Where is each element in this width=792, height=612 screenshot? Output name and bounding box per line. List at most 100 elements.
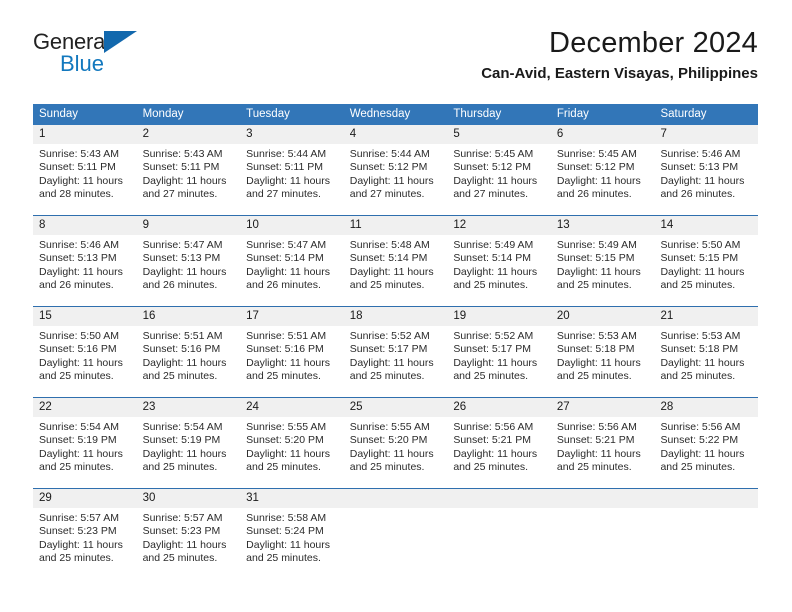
weekday-header-row: Sunday Monday Tuesday Wednesday Thursday… <box>33 104 758 125</box>
day-cell[interactable]: 25 Sunrise: 5:55 AM Sunset: 5:20 PM Dayl… <box>343 398 448 488</box>
daylight-text-line1: Daylight: 11 hours <box>453 356 538 369</box>
sunset-text: Sunset: 5:13 PM <box>39 252 117 265</box>
day-number: 28 <box>654 398 759 417</box>
day-number: 14 <box>654 216 759 235</box>
day-cell[interactable]: 4 Sunrise: 5:44 AM Sunset: 5:12 PM Dayli… <box>343 125 448 215</box>
daylight-text-line2: and 25 minutes. <box>453 279 529 292</box>
day-cell[interactable]: 18 Sunrise: 5:52 AM Sunset: 5:17 PM Dayl… <box>343 307 448 397</box>
sunrise-text: Sunrise: 5:43 AM <box>39 148 119 160</box>
daylight-text-line1: Daylight: 11 hours <box>246 447 331 460</box>
daylight-text-line1: Daylight: 11 hours <box>349 447 434 460</box>
day-cell[interactable]: 3 Sunrise: 5:44 AM Sunset: 5:11 PM Dayli… <box>240 125 344 215</box>
sunrise-text: Sunrise: 5:44 AM <box>246 148 327 160</box>
daylight-text-line1: Daylight: 11 hours <box>349 174 434 187</box>
sunset-text: Sunset: 5:13 PM <box>142 252 221 265</box>
sunset-text: Sunset: 5:23 PM <box>39 525 117 538</box>
day-cell[interactable]: 12 Sunrise: 5:49 AM Sunset: 5:14 PM Dayl… <box>447 216 551 306</box>
page-title: December 2024 <box>549 27 758 59</box>
day-cell[interactable]: 20 Sunrise: 5:53 AM Sunset: 5:18 PM Dayl… <box>550 307 655 397</box>
day-cell[interactable]: 21 Sunrise: 5:53 AM Sunset: 5:18 PM Dayl… <box>654 307 759 397</box>
day-number: 7 <box>654 125 759 144</box>
week-row: 8 Sunrise: 5:46 AM Sunset: 5:13 PM Dayli… <box>33 215 759 306</box>
daylight-text-line1: Daylight: 11 hours <box>453 447 538 460</box>
sunrise-text: Sunrise: 5:57 AM <box>39 512 119 524</box>
sunrise-text: Sunrise: 5:47 AM <box>246 239 327 251</box>
daylight-text-line1: Daylight: 11 hours <box>39 265 123 278</box>
day-number <box>654 489 759 508</box>
day-cell[interactable]: 8 Sunrise: 5:46 AM Sunset: 5:13 PM Dayli… <box>33 216 137 306</box>
day-cell[interactable]: 24 Sunrise: 5:55 AM Sunset: 5:20 PM Dayl… <box>240 398 344 488</box>
daylight-text-line2: and 26 minutes. <box>39 279 114 292</box>
day-cell[interactable]: 15 Sunrise: 5:50 AM Sunset: 5:16 PM Dayl… <box>33 307 137 397</box>
day-details: Sunrise: 5:47 AM Sunset: 5:14 PM Dayligh… <box>240 235 344 293</box>
day-cell[interactable]: 26 Sunrise: 5:56 AM Sunset: 5:21 PM Dayl… <box>447 398 551 488</box>
day-details: Sunrise: 5:55 AM Sunset: 5:20 PM Dayligh… <box>344 417 448 475</box>
sunset-text: Sunset: 5:20 PM <box>349 434 428 447</box>
daylight-text-line2: and 27 minutes. <box>453 188 529 201</box>
daylight-text-line1: Daylight: 11 hours <box>142 265 227 278</box>
day-details: Sunrise: 5:46 AM Sunset: 5:13 PM Dayligh… <box>654 144 758 202</box>
day-cell[interactable]: 9 Sunrise: 5:47 AM Sunset: 5:13 PM Dayli… <box>136 216 241 306</box>
sunset-text: Sunset: 5:11 PM <box>246 161 324 174</box>
day-cell[interactable]: 5 Sunrise: 5:45 AM Sunset: 5:12 PM Dayli… <box>447 125 551 215</box>
brand-logo[interactable]: General Blue <box>33 30 183 86</box>
day-cell[interactable]: 11 Sunrise: 5:48 AM Sunset: 5:14 PM Dayl… <box>343 216 448 306</box>
day-number: 30 <box>136 489 241 508</box>
daylight-text-line2: and 25 minutes. <box>246 370 321 383</box>
calendar-grid: Sunday Monday Tuesday Wednesday Thursday… <box>33 104 759 579</box>
day-details: Sunrise: 5:51 AM Sunset: 5:16 PM Dayligh… <box>137 326 241 384</box>
sunrise-text: Sunrise: 5:52 AM <box>349 330 430 342</box>
sunset-text: Sunset: 5:14 PM <box>246 252 324 265</box>
daylight-text-line1: Daylight: 11 hours <box>39 447 123 460</box>
day-number <box>447 489 551 508</box>
weekday-monday: Monday <box>142 108 184 120</box>
day-number: 1 <box>33 125 137 144</box>
day-number: 10 <box>240 216 344 235</box>
sunrise-text: Sunrise: 5:57 AM <box>142 512 223 524</box>
day-cell[interactable]: 31 Sunrise: 5:58 AM Sunset: 5:24 PM Dayl… <box>240 489 344 579</box>
daylight-text-line2: and 25 minutes. <box>660 370 736 383</box>
weekday-wednesday: Wednesday <box>349 108 411 120</box>
day-cell[interactable]: 16 Sunrise: 5:51 AM Sunset: 5:16 PM Dayl… <box>136 307 241 397</box>
sunrise-text: Sunrise: 5:55 AM <box>349 421 430 433</box>
day-cell[interactable]: 30 Sunrise: 5:57 AM Sunset: 5:23 PM Dayl… <box>136 489 241 579</box>
day-cell[interactable]: 23 Sunrise: 5:54 AM Sunset: 5:19 PM Dayl… <box>136 398 241 488</box>
daylight-text-line2: and 25 minutes. <box>556 461 632 474</box>
day-cell[interactable]: 29 Sunrise: 5:57 AM Sunset: 5:23 PM Dayl… <box>33 489 137 579</box>
day-details: Sunrise: 5:52 AM Sunset: 5:17 PM Dayligh… <box>344 326 448 384</box>
daylight-text-line2: and 28 minutes. <box>39 188 114 201</box>
daylight-text-line1: Daylight: 11 hours <box>246 356 331 369</box>
day-number: 2 <box>136 125 241 144</box>
day-cell[interactable]: 6 Sunrise: 5:45 AM Sunset: 5:12 PM Dayli… <box>550 125 655 215</box>
day-cell[interactable]: 22 Sunrise: 5:54 AM Sunset: 5:19 PM Dayl… <box>33 398 137 488</box>
day-cell[interactable]: 27 Sunrise: 5:56 AM Sunset: 5:21 PM Dayl… <box>550 398 655 488</box>
day-cell[interactable]: 14 Sunrise: 5:50 AM Sunset: 5:15 PM Dayl… <box>654 216 759 306</box>
sunset-text: Sunset: 5:12 PM <box>453 161 531 174</box>
day-number: 8 <box>33 216 137 235</box>
sunset-text: Sunset: 5:19 PM <box>142 434 221 447</box>
day-cell[interactable]: 10 Sunrise: 5:47 AM Sunset: 5:14 PM Dayl… <box>240 216 344 306</box>
day-cell[interactable]: 13 Sunrise: 5:49 AM Sunset: 5:15 PM Dayl… <box>550 216 655 306</box>
day-number: 25 <box>343 398 448 417</box>
sunrise-text: Sunrise: 5:43 AM <box>142 148 223 160</box>
sunset-text: Sunset: 5:14 PM <box>453 252 531 265</box>
sunset-text: Sunset: 5:13 PM <box>660 161 739 174</box>
sunset-text: Sunset: 5:24 PM <box>246 525 324 538</box>
daylight-text-line2: and 25 minutes. <box>349 370 425 383</box>
day-number: 3 <box>240 125 344 144</box>
day-cell[interactable]: 17 Sunrise: 5:51 AM Sunset: 5:16 PM Dayl… <box>240 307 344 397</box>
week-row: 15 Sunrise: 5:50 AM Sunset: 5:16 PM Dayl… <box>33 306 759 397</box>
day-cell[interactable]: 7 Sunrise: 5:46 AM Sunset: 5:13 PM Dayli… <box>654 125 759 215</box>
sunset-text: Sunset: 5:17 PM <box>453 343 531 356</box>
day-details: Sunrise: 5:53 AM Sunset: 5:18 PM Dayligh… <box>654 326 758 384</box>
day-number <box>550 489 655 508</box>
daylight-text-line2: and 25 minutes. <box>453 461 529 474</box>
day-cell[interactable]: 1 Sunrise: 5:43 AM Sunset: 5:11 PM Dayli… <box>33 125 137 215</box>
weekday-saturday: Saturday <box>660 108 707 120</box>
sunset-text: Sunset: 5:19 PM <box>39 434 117 447</box>
day-cell[interactable]: 2 Sunrise: 5:43 AM Sunset: 5:11 PM Dayli… <box>136 125 241 215</box>
daylight-text-line2: and 25 minutes. <box>39 552 114 565</box>
day-cell[interactable]: 19 Sunrise: 5:52 AM Sunset: 5:17 PM Dayl… <box>447 307 551 397</box>
day-cell[interactable]: 28 Sunrise: 5:56 AM Sunset: 5:22 PM Dayl… <box>654 398 759 488</box>
daylight-text-line2: and 27 minutes. <box>349 188 425 201</box>
